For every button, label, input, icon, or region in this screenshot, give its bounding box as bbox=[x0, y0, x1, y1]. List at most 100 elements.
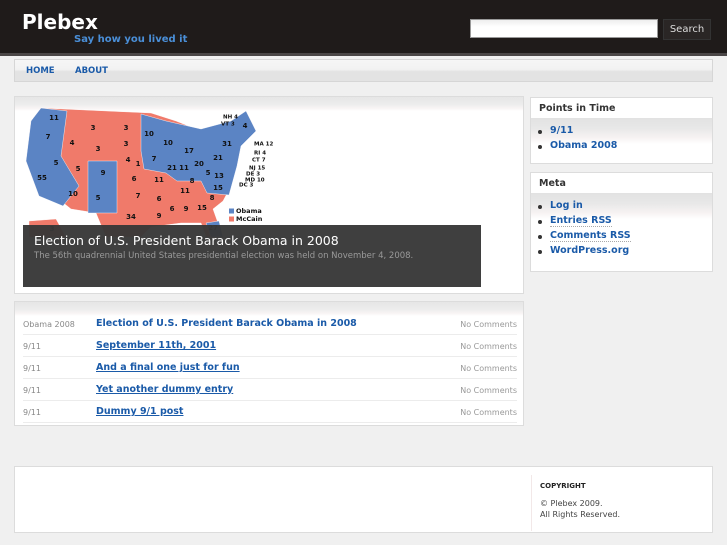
state-electoral-votes: 15 bbox=[197, 204, 207, 212]
small-state-label: NH 4 bbox=[223, 115, 238, 121]
state-electoral-votes: 10 bbox=[68, 190, 78, 198]
state-electoral-votes: 4 bbox=[70, 139, 75, 147]
state-electoral-votes: 9 bbox=[184, 205, 189, 213]
state-electoral-votes: 6 bbox=[132, 175, 137, 183]
state-electoral-votes: 10 bbox=[163, 139, 173, 147]
state-electoral-votes: 8 bbox=[210, 194, 215, 202]
widget-meta: Meta Log in Entries RSS Comments RSS Wor… bbox=[530, 172, 713, 272]
state-electoral-votes: 8 bbox=[190, 177, 195, 185]
state-electoral-votes: 5 bbox=[206, 169, 211, 177]
post-comments-link[interactable]: No Comments bbox=[460, 364, 517, 373]
post-row: 9/11 And a final one just for fun No Com… bbox=[23, 357, 517, 379]
copyright-line: © Plebex 2009. bbox=[540, 499, 603, 508]
state-electoral-votes: 17 bbox=[184, 147, 194, 155]
election-map-image: 1173 34331010174315555 94 1721 11 20216 11 85 13… bbox=[25, 107, 273, 237]
state-electoral-votes: 4 bbox=[126, 156, 131, 164]
state-electoral-votes: 9 bbox=[157, 212, 162, 220]
meta-comments-rss-label[interactable]: Comments RSS bbox=[550, 230, 631, 242]
post-title-link[interactable]: September 11th, 2001 bbox=[96, 340, 216, 351]
post-row: 9/11 September 11th, 2001 No Comments bbox=[23, 335, 517, 357]
nav-about[interactable]: ABOUT bbox=[75, 66, 108, 76]
state-electoral-votes: 11 bbox=[49, 114, 59, 122]
search-button[interactable]: Search bbox=[663, 19, 711, 40]
meta-wordpress-org[interactable]: WordPress.org bbox=[538, 245, 631, 260]
meta-entries-rss-label[interactable]: Entries RSS bbox=[550, 215, 612, 227]
legend-label: McCain bbox=[236, 215, 263, 223]
state-electoral-votes: 6 bbox=[157, 195, 162, 203]
post-category[interactable]: 9/11 bbox=[23, 364, 41, 373]
state-electoral-votes: 21 bbox=[167, 164, 177, 172]
state-electoral-votes: 3 bbox=[124, 124, 129, 132]
post-row: Obama 2008 Election of U.S. President Ba… bbox=[23, 313, 517, 335]
featured-excerpt: The 56th quadrennial United States presi… bbox=[34, 251, 414, 261]
featured-caption: Election of U.S. President Barack Obama … bbox=[23, 225, 481, 287]
state-electoral-votes: 4 bbox=[243, 122, 248, 130]
state-electoral-votes: 55 bbox=[37, 174, 47, 182]
small-state-label: DC 3 bbox=[239, 183, 254, 189]
post-title-link[interactable]: Dummy 9/1 post bbox=[96, 406, 183, 417]
widget-points-in-time: Points in Time 9/11 Obama 2008 bbox=[530, 97, 713, 164]
main-nav: HOME ABOUT bbox=[14, 59, 713, 82]
state-electoral-votes: 5 bbox=[54, 159, 59, 167]
state-electoral-votes: 10 bbox=[144, 130, 154, 138]
state-electoral-votes: 3 bbox=[96, 145, 101, 153]
post-title-link[interactable]: Election of U.S. President Barack Obama … bbox=[96, 318, 357, 329]
post-title-link[interactable]: Yet another dummy entry bbox=[96, 384, 233, 395]
state-electoral-votes: 11 bbox=[179, 164, 189, 172]
points-item-911[interactable]: 9/11 bbox=[538, 125, 617, 140]
state-electoral-votes: 11 bbox=[154, 176, 164, 184]
state-electoral-votes: 15 bbox=[213, 184, 223, 192]
post-comments-link[interactable]: No Comments bbox=[460, 408, 517, 417]
state-electoral-votes: 9 bbox=[101, 169, 106, 177]
nav-home[interactable]: HOME bbox=[26, 66, 55, 76]
footer: COPYRIGHT © Plebex 2009. All Rights Rese… bbox=[14, 466, 713, 533]
post-comments-link[interactable]: No Comments bbox=[460, 342, 517, 351]
search-input[interactable] bbox=[470, 19, 658, 38]
small-state-label: MA 12 bbox=[254, 142, 273, 148]
site-title[interactable]: Plebex bbox=[22, 10, 98, 34]
legend-swatch bbox=[229, 208, 234, 214]
state-electoral-votes: 5 bbox=[96, 194, 101, 202]
copyright-column: COPYRIGHT © Plebex 2009. All Rights Rese… bbox=[531, 475, 711, 531]
post-list: Obama 2008 Election of U.S. President Ba… bbox=[14, 301, 524, 426]
featured-post[interactable]: 11 7 3 3 4 3 3 10 10 17 4 31 5 55 5 9 4 1 7 21 11 20 21 6 11 8 5 13… bbox=[14, 96, 524, 294]
widget-title: Points in Time bbox=[539, 103, 616, 114]
copyright-heading: COPYRIGHT bbox=[540, 482, 586, 490]
meta-comments-rss[interactable]: Comments RSS bbox=[538, 230, 631, 245]
small-state-label: VT 3 bbox=[221, 122, 235, 128]
post-row: 9/11 Yet another dummy entry No Comments bbox=[23, 379, 517, 401]
state-electoral-votes: 3 bbox=[124, 140, 129, 148]
post-category[interactable]: 9/11 bbox=[23, 386, 41, 395]
post-category[interactable]: 9/11 bbox=[23, 408, 41, 417]
post-row: 9/11 Dummy 9/1 post No Comments bbox=[23, 401, 517, 423]
post-comments-link[interactable]: No Comments bbox=[460, 320, 517, 329]
site-tagline: Say how you lived it bbox=[74, 34, 188, 45]
small-state-label: CT 7 bbox=[252, 158, 266, 164]
legend-label: Obama bbox=[236, 207, 262, 215]
meta-entries-rss[interactable]: Entries RSS bbox=[538, 215, 631, 230]
points-list: 9/11 Obama 2008 bbox=[538, 125, 617, 155]
points-item-obama-2008[interactable]: Obama 2008 bbox=[538, 140, 617, 155]
meta-log-in[interactable]: Log in bbox=[538, 200, 631, 215]
state-electoral-votes: 13 bbox=[214, 172, 224, 180]
state-electoral-votes: 34 bbox=[126, 213, 136, 221]
state-electoral-votes: 7 bbox=[136, 192, 141, 200]
legend-swatch bbox=[229, 216, 234, 222]
meta-list: Log in Entries RSS Comments RSS WordPres… bbox=[538, 200, 631, 260]
widget-title: Meta bbox=[539, 178, 566, 189]
rights-line: All Rights Reserved. bbox=[540, 510, 621, 519]
featured-title[interactable]: Election of U.S. President Barack Obama … bbox=[34, 233, 339, 248]
site-header: Plebex Say how you lived it Search bbox=[0, 0, 727, 56]
state-electoral-votes: 21 bbox=[213, 154, 223, 162]
state-electoral-votes: 7 bbox=[46, 133, 51, 141]
state-electoral-votes: 7 bbox=[152, 155, 157, 163]
state-electoral-votes: 31 bbox=[222, 140, 232, 148]
state-electoral-votes: 1 bbox=[136, 160, 141, 168]
state-electoral-votes: 20 bbox=[194, 160, 204, 168]
post-title-link[interactable]: And a final one just for fun bbox=[96, 362, 240, 373]
state-electoral-votes: 3 bbox=[91, 124, 96, 132]
post-comments-link[interactable]: No Comments bbox=[460, 386, 517, 395]
post-category[interactable]: 9/11 bbox=[23, 342, 41, 351]
post-category[interactable]: Obama 2008 bbox=[23, 320, 75, 329]
state-electoral-votes: 6 bbox=[170, 205, 175, 213]
